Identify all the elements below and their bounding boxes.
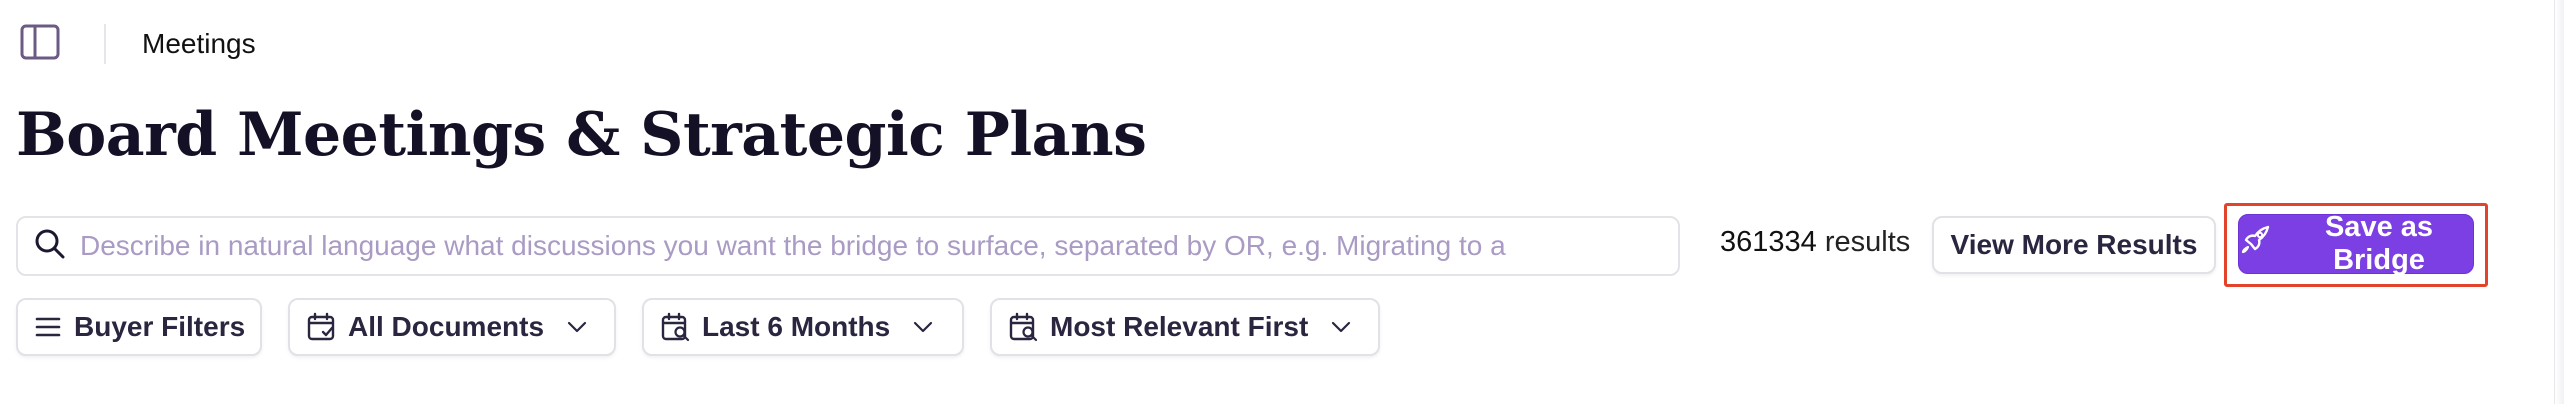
sidebar-toggle-icon bbox=[20, 24, 60, 65]
menu-lines-icon bbox=[34, 315, 62, 339]
chevron-down-icon bbox=[566, 320, 588, 334]
sidebar-toggle-button[interactable] bbox=[18, 22, 62, 66]
rocket-icon bbox=[2239, 224, 2285, 264]
calendar-check-icon bbox=[306, 312, 336, 342]
documents-label: All Documents bbox=[348, 311, 545, 342]
sort-order-dropdown[interactable]: Most Relevant First bbox=[990, 298, 1380, 356]
breadcrumb[interactable]: Meetings bbox=[142, 28, 256, 60]
page-title: Board Meetings & Strategic Plans bbox=[16, 100, 1147, 170]
chevron-down-icon bbox=[1330, 320, 1352, 334]
date-range-dropdown[interactable]: Last 6 Months bbox=[642, 298, 964, 356]
search-box[interactable] bbox=[16, 216, 1680, 276]
top-bar: Meetings bbox=[18, 22, 256, 66]
results-count: 361334 results bbox=[1720, 226, 1910, 259]
date-range-label: Last 6 Months bbox=[702, 311, 891, 342]
scrollbar-track[interactable] bbox=[2554, 0, 2564, 404]
calendar-search-icon bbox=[660, 312, 690, 342]
results-label: results bbox=[1824, 226, 1911, 258]
header-divider bbox=[104, 24, 106, 64]
save-as-bridge-label: Save as Bridge bbox=[2324, 211, 2434, 276]
calendar-search-icon bbox=[1008, 312, 1038, 342]
buyer-filters-button[interactable]: Buyer Filters bbox=[16, 298, 262, 356]
page: Meetings Board Meetings & Strategic Plan… bbox=[0, 0, 2564, 404]
save-as-bridge-button[interactable]: Save as Bridge bbox=[2238, 211, 2474, 276]
view-more-results-button[interactable]: View More Results bbox=[1932, 216, 2216, 274]
search-input[interactable] bbox=[80, 230, 1660, 262]
documents-dropdown[interactable]: All Documents bbox=[288, 298, 616, 356]
chevron-down-icon bbox=[912, 320, 934, 334]
results-number: 361334 bbox=[1720, 226, 1817, 258]
buyer-filters-label: Buyer Filters bbox=[74, 311, 246, 342]
sort-order-label: Most Relevant First bbox=[1050, 311, 1309, 342]
search-icon bbox=[34, 228, 66, 265]
